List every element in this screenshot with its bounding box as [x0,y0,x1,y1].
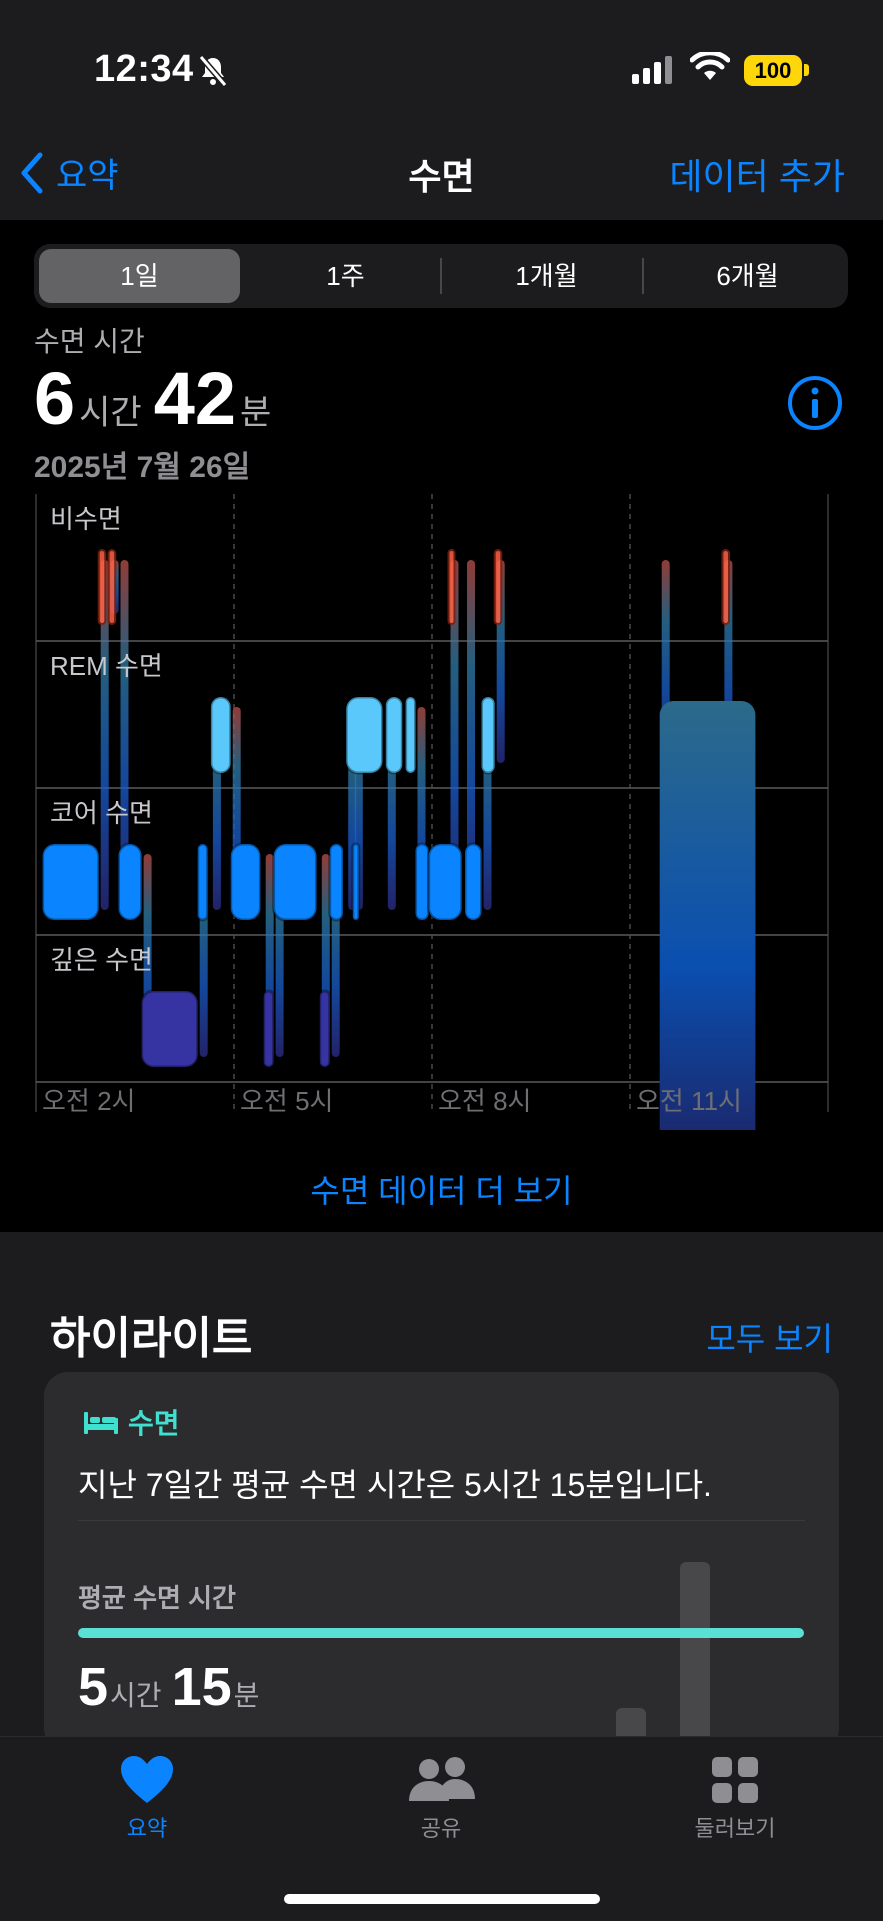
status-time: 12:34 [94,48,194,90]
stage-bar [427,842,464,922]
signal-icon [632,56,672,84]
card-divider [78,1520,805,1521]
highlights-title: 하이라이트 [50,1314,253,1363]
tab-summary[interactable]: 요약 [47,1755,247,1843]
mini-bar-tall [680,1562,710,1752]
home-indicator [284,1894,600,1904]
segment-divider [440,258,442,294]
tab-sharing[interactable]: 공유 [341,1755,541,1843]
stage-bar [351,842,361,922]
top-bar: 12:34 100 요약 수면 데이터 추가 [0,0,883,220]
hours-unit: 시간 [79,394,142,432]
info-icon[interactable] [786,374,844,432]
metric-date: 2025년 7월 26일 [34,451,251,484]
metric-label: 수면 시간 [34,326,145,357]
avg-minutes: 15 [171,1657,232,1717]
bed-icon [84,1412,118,1434]
stage-bar [414,842,431,922]
x-tick-label: 오전 8시 [438,1086,531,1116]
people-icon [409,1757,475,1801]
x-tick-label: 오전 11시 [636,1086,742,1116]
battery-tip [804,64,809,76]
stage-bar [97,549,107,625]
stage-bar [229,842,262,922]
segment-1-month[interactable]: 1개월 [446,244,647,308]
minutes-value: 42 [153,357,237,440]
stage-label: 깊은 수면 [50,945,153,975]
segment-divider [642,258,644,294]
stage-bar [344,695,385,775]
period-segmented-control: 1일 1주 1개월 6개월 [34,244,848,308]
stage-bar [262,989,276,1069]
stage-bar [140,989,200,1069]
stage-bar [196,842,210,922]
stage-label: 코어 수면 [50,798,153,828]
x-tick-label: 오전 2시 [42,1086,135,1116]
segment-6-months[interactable]: 6개월 [647,244,848,308]
stage-bar [480,695,497,775]
sleep-duration-value: 6 시간 42 분 [34,356,283,441]
heart-icon [121,1756,173,1803]
sleep-stage-chart: 오전 2시 오전 5시 오전 8시 오전 11시 비수면 REM 수면코어 수면깊은 수면 [35,494,829,1130]
hours-value: 6 [34,357,76,440]
stage-label: 비수면 [50,504,122,534]
stage-bar [463,842,483,922]
avg-hours: 5 [78,1657,109,1717]
tab-summary-label: 요약 [126,1816,168,1841]
see-all-button[interactable]: 모두 보기 [706,1314,833,1360]
highlight-card[interactable]: 수면 지난 7일간 평균 수면 시간은 5시간 15분입니다. 평균 수면 시간… [44,1372,839,1752]
stage-bar [117,842,144,922]
grid-icon [712,1757,758,1803]
segment-1-week[interactable]: 1주 [245,244,446,308]
x-tick-label: 오전 5시 [240,1086,333,1116]
avg-minutes-unit: 분 [233,1680,260,1711]
stage-bar [404,695,418,775]
stage-bar [318,989,332,1069]
tab-browse[interactable]: 둘러보기 [635,1755,835,1843]
stage-bar [209,695,233,775]
stage-bar [107,549,117,625]
stage-label: REM 수면 [50,651,163,681]
stage-bar [493,549,503,625]
stage-bar [721,549,731,625]
stage-bar [272,842,319,922]
tab-browse-label: 둘러보기 [694,1816,776,1841]
avg-hours-unit: 시간 [110,1680,162,1711]
minutes-unit: 분 [240,394,272,432]
card-sub-label: 평균 수면 시간 [78,1583,236,1613]
add-data-button[interactable]: 데이터 추가 [669,148,845,200]
average-sleep-bar [78,1628,804,1638]
card-category-label: 수면 [128,1408,180,1439]
stage-bar [447,549,456,625]
average-sleep-value: 5 시간 15 분 [78,1656,269,1718]
battery-indicator: 100 [744,55,802,86]
segment-1-day[interactable]: 1일 [39,249,240,303]
more-sleep-data-link[interactable]: 수면 데이터 더 보기 [0,1166,883,1212]
stage-bar [384,695,404,775]
stage-bar [659,701,756,1130]
bell-muted-icon [198,55,228,87]
tab-sharing-label: 공유 [420,1816,462,1841]
stage-bar [328,842,345,922]
wifi-icon [690,52,730,80]
stage-bar [41,842,101,922]
card-summary-text: 지난 7일간 평균 수면 시간은 5시간 15분입니다. [78,1467,712,1503]
card-category: 수면 [82,1402,180,1442]
